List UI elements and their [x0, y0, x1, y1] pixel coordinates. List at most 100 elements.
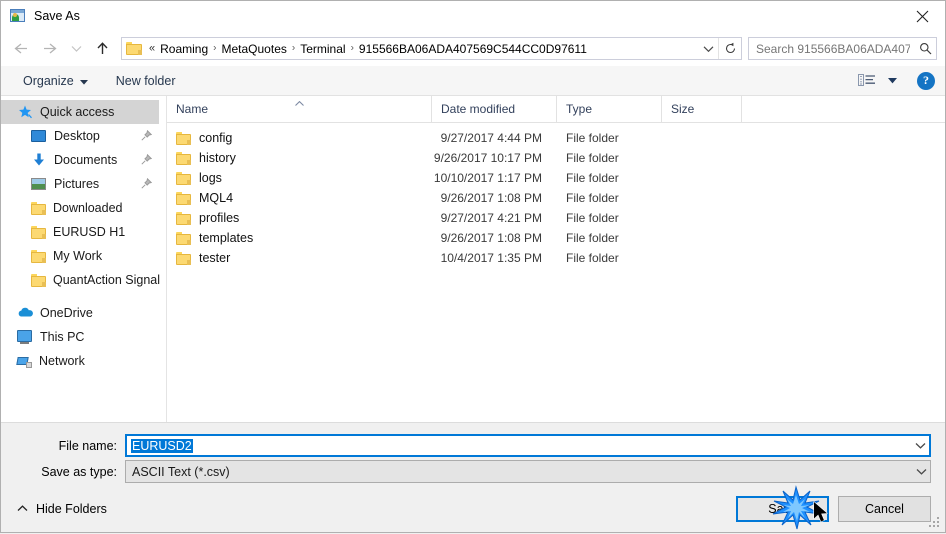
file-name: MQL4: [199, 191, 234, 205]
folder-icon: [31, 202, 46, 215]
breadcrumb-overflow[interactable]: «: [147, 42, 157, 54]
sidebar-item-my-work[interactable]: My Work: [1, 244, 166, 268]
file-name-cell: templates: [167, 231, 432, 245]
list-view-icon[interactable]: [856, 73, 878, 88]
save-as-type-value: ASCII Text (*.csv): [126, 465, 913, 479]
save-as-type-select[interactable]: ASCII Text (*.csv): [125, 460, 931, 483]
breadcrumb-item-terminal[interactable]: Terminal: [297, 42, 348, 56]
sidebar-item-label: OneDrive: [40, 306, 93, 320]
pin-icon: [141, 153, 153, 168]
save-as-dialog: Save As « Roaming › MetaQuotes › Termina…: [0, 0, 946, 533]
table-row[interactable]: MQL4 9/26/2017 1:08 PM File folder: [167, 188, 945, 208]
save-as-type-row: Save as type: ASCII Text (*.csv): [1, 460, 945, 483]
file-name-cell: profiles: [167, 211, 432, 225]
table-row[interactable]: tester 10/4/2017 1:35 PM File folder: [167, 248, 945, 268]
cancel-button-label: Cancel: [865, 502, 904, 516]
organize-button[interactable]: Organize: [17, 69, 94, 93]
file-date: 10/4/2017 1:35 PM: [440, 251, 542, 265]
sidebar-item-onedrive[interactable]: OneDrive: [1, 301, 166, 325]
column-label: Date modified: [441, 102, 516, 116]
onedrive-icon: [17, 305, 33, 321]
file-rows: config 9/27/2017 4:44 PM File folder his…: [167, 123, 945, 422]
table-row[interactable]: profiles 9/27/2017 4:21 PM File folder: [167, 208, 945, 228]
file-name: history: [199, 151, 236, 165]
sidebar-item-quantaction-signal[interactable]: QuantAction Signal: [1, 268, 166, 292]
sidebar-item-network[interactable]: Network: [1, 349, 166, 373]
search-box[interactable]: [748, 37, 937, 60]
table-row[interactable]: history 9/26/2017 10:17 PM File folder: [167, 148, 945, 168]
sidebar-item-label: Quick access: [40, 105, 115, 119]
file-date: 9/27/2017 4:21 PM: [440, 211, 542, 225]
new-folder-button[interactable]: New folder: [110, 69, 182, 93]
folder-icon: [176, 171, 191, 185]
sidebar-item-eurusd-h1[interactable]: EURUSD H1: [1, 220, 166, 244]
save-as-type-label: Save as type:: [41, 464, 117, 479]
search-input[interactable]: [749, 41, 914, 56]
sidebar-item-label: Documents: [54, 153, 118, 167]
cancel-button[interactable]: Cancel: [838, 496, 931, 522]
column-header-type[interactable]: Type: [557, 96, 662, 122]
refresh-icon[interactable]: [719, 38, 741, 59]
address-bar[interactable]: « Roaming › MetaQuotes › Terminal › 9155…: [121, 37, 742, 60]
breadcrumb-item-metaquotes[interactable]: MetaQuotes: [219, 42, 290, 56]
sidebar-item-desktop[interactable]: Desktop: [1, 124, 166, 148]
breadcrumb-item-roaming[interactable]: Roaming: [157, 42, 211, 56]
file-name-cell: logs: [167, 171, 432, 185]
organize-label: Organize: [23, 73, 74, 88]
title-bar: Save As: [1, 1, 945, 31]
file-type: File folder: [566, 151, 619, 165]
sidebar-item-this-pc[interactable]: This PC: [1, 325, 166, 349]
up-button[interactable]: [87, 34, 117, 64]
column-header-name[interactable]: Name: [167, 96, 432, 122]
resize-grip[interactable]: [929, 517, 941, 529]
sidebar-item-label: EURUSD H1: [53, 225, 126, 239]
sidebar-item-downloaded[interactable]: Downloaded: [1, 196, 166, 220]
folder-icon: [176, 151, 191, 165]
save-button-label: Save: [768, 502, 797, 516]
sidebar-item-label: Desktop: [54, 129, 100, 143]
save-button[interactable]: Save: [736, 496, 829, 522]
chevron-up-icon: [17, 503, 28, 515]
column-headers: Name Date modified Type Size: [167, 96, 945, 123]
chevron-down-icon[interactable]: [912, 436, 929, 455]
window-title: Save As: [34, 9, 80, 23]
file-name-row: File name: EURUSD2: [1, 434, 945, 457]
sidebar-item-pictures[interactable]: Pictures: [1, 172, 166, 196]
file-list: Name Date modified Type Size config 9/27…: [167, 96, 945, 422]
sidebar-item-documents[interactable]: Documents: [1, 148, 166, 172]
file-type: File folder: [566, 131, 619, 145]
recent-locations-button[interactable]: [65, 34, 87, 64]
chevron-down-icon[interactable]: [698, 38, 718, 59]
close-button[interactable]: [899, 1, 945, 31]
view-dropdown-caret[interactable]: [886, 77, 899, 84]
pin-icon: [141, 177, 153, 192]
sidebar-item-quick-access[interactable]: Quick access: [1, 100, 159, 124]
back-button[interactable]: [5, 34, 35, 64]
breadcrumb-item-guid[interactable]: 915566BA06ADA407569C544CC0D97611: [356, 42, 590, 56]
file-name: tester: [199, 251, 231, 265]
sidebar-item-label: Network: [39, 354, 85, 368]
table-row[interactable]: templates 9/26/2017 1:08 PM File folder: [167, 228, 945, 248]
monitor-icon: [31, 128, 47, 144]
help-button[interactable]: ?: [917, 71, 935, 90]
hide-folders-button[interactable]: Hide Folders: [11, 502, 107, 516]
folder-icon: [176, 131, 191, 145]
column-header-date-modified[interactable]: Date modified: [432, 96, 557, 122]
file-name-input[interactable]: EURUSD2: [125, 434, 931, 457]
table-row[interactable]: config 9/27/2017 4:44 PM File folder: [167, 128, 945, 148]
navigation-pane: Quick access Desktop Documents Pictures …: [1, 96, 167, 422]
hide-folders-label: Hide Folders: [36, 502, 107, 516]
search-icon[interactable]: [914, 38, 936, 59]
file-date: 9/26/2017 1:08 PM: [440, 231, 542, 245]
breadcrumb: « Roaming › MetaQuotes › Terminal › 9155…: [147, 42, 698, 56]
file-name-value[interactable]: EURUSD2: [127, 438, 912, 453]
star-pin-icon: [17, 104, 33, 120]
file-name-cell: MQL4: [167, 191, 432, 205]
column-header-size[interactable]: Size: [662, 96, 742, 122]
forward-button[interactable]: [35, 34, 65, 64]
table-row[interactable]: logs 10/10/2017 1:17 PM File folder: [167, 168, 945, 188]
file-date: 9/26/2017 1:08 PM: [440, 191, 542, 205]
this-pc-icon: [17, 329, 33, 345]
chevron-down-icon[interactable]: [913, 462, 930, 481]
folder-icon: [176, 251, 191, 265]
